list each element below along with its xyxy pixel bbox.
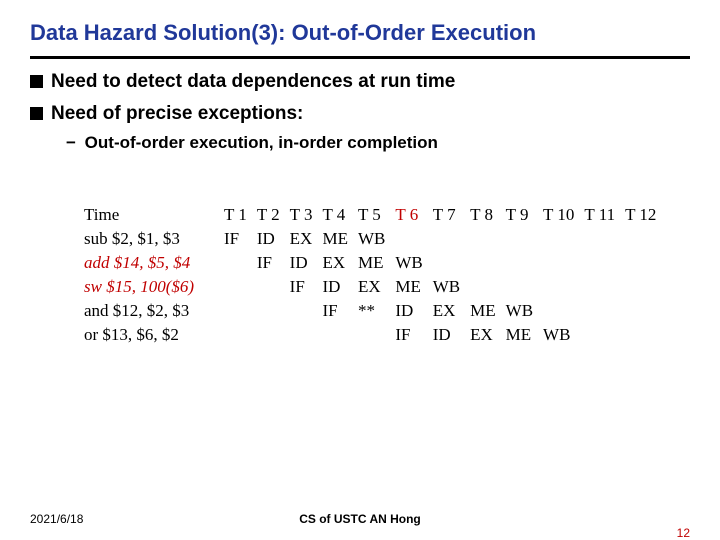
- pipeline-cell: [621, 299, 662, 323]
- pipeline-cell: [539, 251, 580, 275]
- title-divider: [30, 56, 690, 59]
- slide-footer: 2021/6/18 CS of USTC AN Hong 12: [0, 512, 720, 526]
- footer-date: 2021/6/18: [30, 512, 83, 526]
- bullet-2a: − Out-of-order execution, in-order compl…: [66, 133, 690, 153]
- pipeline-cell: IF: [253, 251, 286, 275]
- bullet-2-text: Need of precise exceptions:: [51, 103, 303, 125]
- pipeline-cell: ID: [391, 299, 428, 323]
- pipeline-cell: [580, 299, 621, 323]
- pipeline-cell: [391, 227, 428, 251]
- pipeline-cell: [286, 299, 319, 323]
- pipeline-cell: EX: [354, 275, 391, 299]
- pipeline-cell: [502, 227, 539, 251]
- pipeline-cell: [502, 275, 539, 299]
- pipeline-cell: [466, 227, 502, 251]
- pipeline-cell: ID: [253, 227, 286, 251]
- table-header-cell: T 5: [354, 203, 391, 227]
- instruction-label: sw $15, 100($6): [80, 275, 220, 299]
- table-header-cell: T 6: [391, 203, 428, 227]
- instruction-label: or $13, $6, $2: [80, 323, 220, 347]
- table-row: sw $15, 100($6) IFIDEXMEWB: [80, 275, 662, 299]
- table-row: or $13, $6, $2 IFIDEXMEWB: [80, 323, 662, 347]
- pipeline-cell: IF: [220, 227, 253, 251]
- pipeline-cell: EX: [466, 323, 502, 347]
- pipeline-cell: ME: [354, 251, 391, 275]
- table-header-cell: T 11: [580, 203, 621, 227]
- pipeline-cell: [220, 251, 253, 275]
- pipeline-cell: [220, 299, 253, 323]
- pipeline-cell: [466, 275, 502, 299]
- square-bullet-icon: [30, 107, 43, 120]
- square-bullet-icon: [30, 75, 43, 88]
- table-header-cell: T 8: [466, 203, 502, 227]
- pipeline-cell: [580, 227, 621, 251]
- pipeline-cell: [220, 323, 253, 347]
- pipeline-cell: [621, 251, 662, 275]
- table-header-label: Time: [80, 203, 220, 227]
- bullet-1-text: Need to detect data dependences at run t…: [51, 71, 455, 93]
- pipeline-cell: [318, 323, 354, 347]
- pipeline-cell: [580, 251, 621, 275]
- pipeline-cell: WB: [391, 251, 428, 275]
- instruction-label: sub $2, $1, $3: [80, 227, 220, 251]
- pipeline-cell: [580, 323, 621, 347]
- instruction-label: and $12, $2, $3: [80, 299, 220, 323]
- table-row: sub $2, $1, $3IFIDEXMEWB: [80, 227, 662, 251]
- slide-title: Data Hazard Solution(3): Out-of-Order Ex…: [30, 20, 690, 46]
- pipeline-cell: [580, 275, 621, 299]
- pipeline-cell: [286, 323, 319, 347]
- bullet-2a-text: Out-of-order execution, in-order complet…: [85, 133, 438, 152]
- pipeline-cell: EX: [318, 251, 354, 275]
- pipeline-cell: WB: [539, 323, 580, 347]
- pipeline-cell: ME: [391, 275, 428, 299]
- pipeline-cell: WB: [502, 299, 539, 323]
- pipeline-cell: ID: [429, 323, 466, 347]
- pipeline-table: TimeT 1T 2T 3T 4T 5T 6T 7T 8T 9T 10T 11T…: [80, 203, 690, 347]
- table-header-cell: T 7: [429, 203, 466, 227]
- pipeline-cell: ME: [318, 227, 354, 251]
- pipeline-cell: [502, 251, 539, 275]
- footer-center: CS of USTC AN Hong: [0, 512, 720, 526]
- table-header-cell: T 9: [502, 203, 539, 227]
- pipeline-cell: ID: [286, 251, 319, 275]
- table-header-cell: T 10: [539, 203, 580, 227]
- bullet-2: Need of precise exceptions:: [30, 103, 690, 125]
- table-row: and $12, $2, $3 IF**IDEXMEWB: [80, 299, 662, 323]
- pipeline-cell: **: [354, 299, 391, 323]
- pipeline-cell: WB: [429, 275, 466, 299]
- pipeline-cell: [253, 323, 286, 347]
- footer-page-number: 12: [677, 526, 690, 540]
- pipeline-cell: [621, 323, 662, 347]
- table-row: add $14, $5, $4 IFIDEXMEWB: [80, 251, 662, 275]
- table-header-cell: T 12: [621, 203, 662, 227]
- pipeline-cell: [621, 227, 662, 251]
- pipeline-cell: [466, 251, 502, 275]
- pipeline-cell: EX: [286, 227, 319, 251]
- table-header-cell: T 1: [220, 203, 253, 227]
- table-header-cell: T 3: [286, 203, 319, 227]
- pipeline-cell: [539, 227, 580, 251]
- dash-bullet-icon: −: [66, 133, 76, 152]
- pipeline-cell: IF: [318, 299, 354, 323]
- pipeline-cell: WB: [354, 227, 391, 251]
- pipeline-cell: [539, 299, 580, 323]
- pipeline-cell: [253, 299, 286, 323]
- pipeline-cell: [429, 251, 466, 275]
- pipeline-cell: EX: [429, 299, 466, 323]
- pipeline-cell: [253, 275, 286, 299]
- pipeline-cell: IF: [391, 323, 428, 347]
- pipeline-cell: [220, 275, 253, 299]
- pipeline-cell: ME: [466, 299, 502, 323]
- instruction-label: add $14, $5, $4: [80, 251, 220, 275]
- pipeline-cell: IF: [286, 275, 319, 299]
- pipeline-cell: ME: [502, 323, 539, 347]
- pipeline-cell: [354, 323, 391, 347]
- table-header-cell: T 4: [318, 203, 354, 227]
- pipeline-cell: [621, 275, 662, 299]
- bullet-1: Need to detect data dependences at run t…: [30, 71, 690, 93]
- pipeline-cell: [429, 227, 466, 251]
- table-header-cell: T 2: [253, 203, 286, 227]
- pipeline-cell: [539, 275, 580, 299]
- pipeline-cell: ID: [318, 275, 354, 299]
